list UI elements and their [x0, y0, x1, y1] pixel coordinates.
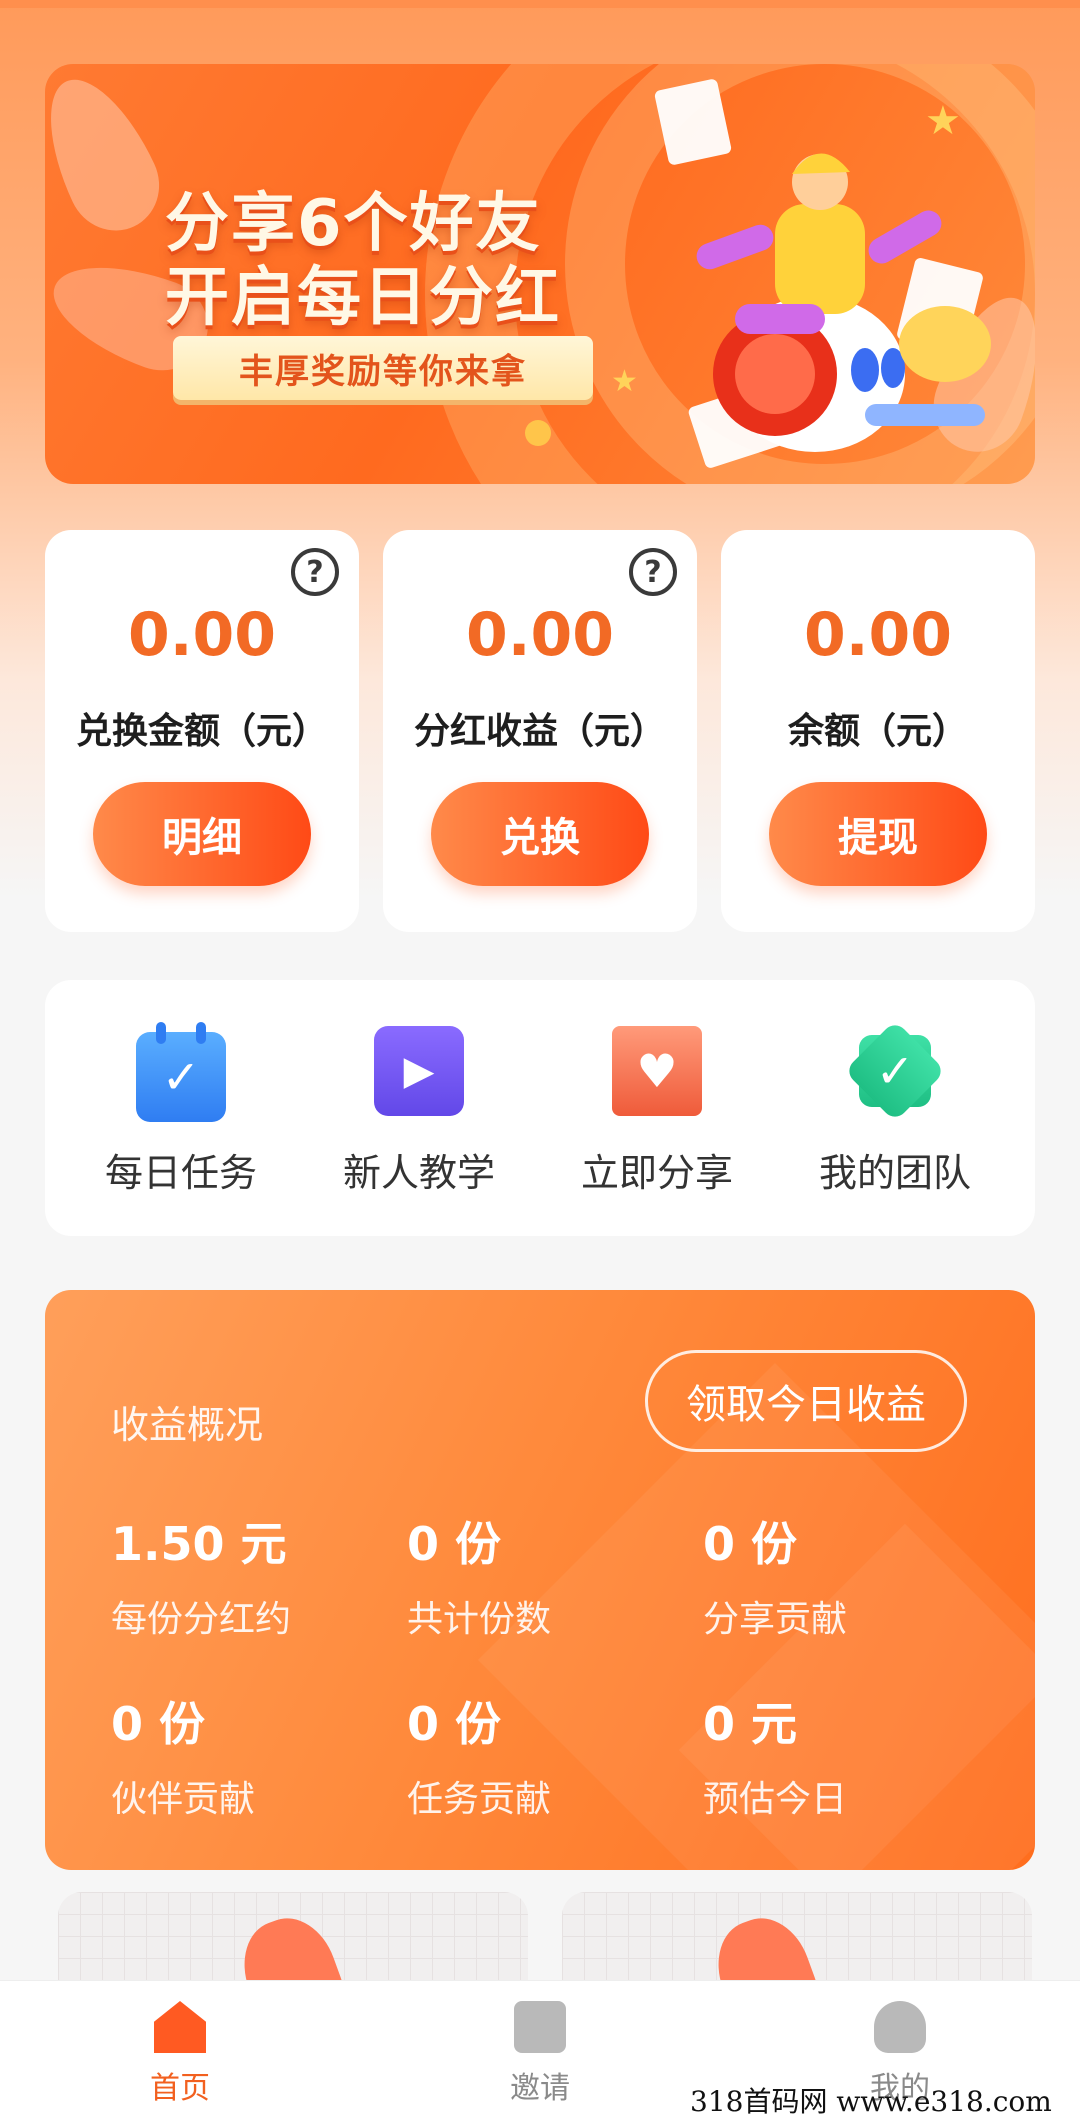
daily-tasks-action[interactable]: ✓ 每日任务	[57, 1022, 305, 1197]
stat-value: 0 份	[407, 1517, 502, 1571]
banner-dot	[525, 420, 551, 446]
stat-task-contribution: 0 份 任务贡献	[407, 1688, 551, 1822]
invite-badge-icon	[514, 2001, 566, 2053]
profile-icon	[874, 2001, 926, 2053]
home-icon	[154, 2001, 206, 2053]
dividend-income-card: ? 0.00 分红收益（元） 兑换	[383, 530, 697, 932]
stat-value: 1.50 元	[111, 1517, 287, 1571]
stat-value: 0 元	[703, 1697, 798, 1751]
share-now-action[interactable]: ♥ 立即分享	[533, 1026, 781, 1197]
tab-invite-label: 邀请	[510, 2071, 570, 2106]
newbie-tutorial-action[interactable]: ▶ 新人教学	[295, 1026, 543, 1197]
promo-banner[interactable]: ★ ★ 分享6个好友 开启每日分红 丰厚奖励等你来拿	[45, 64, 1035, 484]
help-icon[interactable]: ?	[629, 548, 677, 596]
calendar-check-icon: ✓	[136, 1022, 226, 1122]
stat-label: 预估今日	[703, 1779, 848, 1820]
withdraw-button[interactable]: 提现	[769, 782, 987, 886]
exchange-button[interactable]: 兑换	[431, 782, 649, 886]
newbie-tutorial-label: 新人教学	[342, 1151, 495, 1195]
my-team-label: 我的团队	[818, 1151, 971, 1195]
earnings-overview-panel: 收益概况 领取今日收益 1.50 元 每份分红约 0 份 共计份数 0 份 分享…	[45, 1290, 1035, 1870]
video-play-icon: ▶	[374, 1026, 464, 1116]
stat-label: 共计份数	[407, 1599, 552, 1640]
balance-value: 0.00	[803, 600, 953, 670]
balance-label: 余额（元）	[787, 711, 968, 752]
tab-invite[interactable]: 邀请	[450, 2001, 630, 2107]
earnings-title: 收益概况	[111, 1403, 264, 1447]
banner-ribbon: 丰厚奖励等你来拿	[173, 336, 593, 400]
tab-home-label: 首页	[150, 2071, 210, 2106]
daily-tasks-label: 每日任务	[104, 1151, 257, 1195]
stat-share-contribution: 0 份 分享贡献	[703, 1508, 847, 1642]
stat-estimated-today: 0 元 预估今日	[703, 1688, 847, 1822]
watermark-text: 318首码网 www.e318.com	[690, 2085, 1052, 2118]
stat-value: 0 份	[407, 1697, 502, 1751]
star-icon: ★	[611, 364, 638, 399]
exchange-amount-value: 0.00	[127, 600, 277, 670]
dividend-income-value: 0.00	[465, 600, 615, 670]
stat-label: 伙伴贡献	[111, 1779, 256, 1820]
stat-label: 任务贡献	[407, 1779, 552, 1820]
heart-envelope-icon: ♥	[612, 1026, 702, 1116]
stat-dividend-per-share: 1.50 元 每份分红约	[111, 1508, 291, 1642]
balance-card: 0.00 余额（元） 提现	[721, 530, 1035, 932]
stat-value: 0 份	[111, 1697, 206, 1751]
stat-label: 分享贡献	[703, 1599, 848, 1640]
quick-actions-panel: ✓ 每日任务 ▶ 新人教学 ♥ 立即分享 ✓ 我的团队	[45, 980, 1035, 1236]
claim-today-earnings-button[interactable]: 领取今日收益	[645, 1350, 967, 1452]
details-button[interactable]: 明细	[93, 782, 311, 886]
share-now-label: 立即分享	[580, 1151, 733, 1195]
dividend-income-label: 分红收益（元）	[413, 711, 666, 752]
stat-partner-contribution: 0 份 伙伴贡献	[111, 1688, 255, 1822]
help-icon[interactable]: ?	[291, 548, 339, 596]
stat-label: 每份分红约	[111, 1599, 292, 1640]
exchange-amount-card: ? 0.00 兑换金额（元） 明细	[45, 530, 359, 932]
my-team-action[interactable]: ✓ 我的团队	[771, 1020, 1019, 1197]
banner-title-line2: 开启每日分红	[165, 261, 561, 335]
tab-home[interactable]: 首页	[90, 2001, 270, 2107]
exchange-amount-label: 兑换金额（元）	[75, 711, 328, 752]
rocket-figure-illustration	[696, 153, 991, 452]
stat-total-shares: 0 份 共计份数	[407, 1508, 551, 1642]
leaf-decoration	[45, 64, 175, 246]
stat-value: 0 份	[703, 1517, 798, 1571]
badge-check-icon: ✓	[844, 1020, 946, 1122]
status-strip	[0, 0, 1080, 8]
